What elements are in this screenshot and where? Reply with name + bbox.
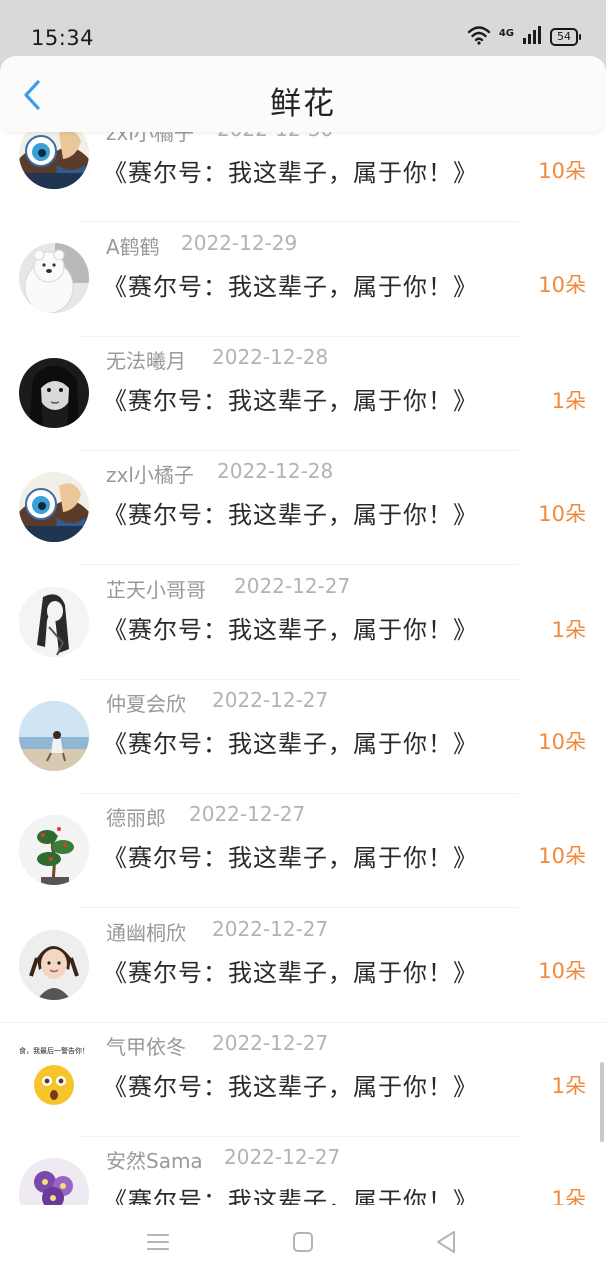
gift-title: 《赛尔号：我这辈子，属于你！》 (103, 387, 478, 415)
avatar[interactable] (19, 472, 89, 542)
back-nav-button[interactable] (432, 1227, 462, 1257)
avatar[interactable] (19, 587, 89, 657)
gift-title: 《赛尔号：我这辈子，属于你！》 (103, 1187, 478, 1205)
flower-count: 10朵 (538, 502, 586, 526)
gift-date: 2022-12-27 (212, 917, 329, 941)
list-item[interactable]: 通幽桐欣 2022-12-27 《赛尔号：我这辈子，属于你！》 10朵 (0, 895, 606, 1023)
username[interactable]: zxl小橘子 (106, 459, 194, 488)
triangle-back-icon[interactable] (432, 1227, 462, 1257)
gift-title: 《赛尔号：我这辈子，属于你！》 (103, 1073, 478, 1101)
gift-title: 《赛尔号：我这辈子，属于你！》 (103, 273, 478, 301)
list-item[interactable]: zxl小橘子 2022-12-28 《赛尔号：我这辈子，属于你！》 10朵 (0, 438, 606, 565)
avatar[interactable] (19, 243, 89, 313)
list-item[interactable]: 食，我最后一警告你！ 气甲依冬 2022-12-27 《赛尔号：我这辈子，属于你… (0, 1009, 606, 1137)
gift-date: 2022-12-28 (212, 345, 329, 369)
flower-count: 1朵 (551, 618, 586, 642)
menu-button[interactable] (143, 1227, 173, 1257)
gift-date: 2022-12-27 (189, 802, 306, 826)
dark-girl-avatar-icon (19, 358, 89, 428)
list-item[interactable]: 芷天小哥哥 2022-12-27 《赛尔号：我这辈子，属于你！》 1朵 (0, 552, 606, 680)
avatar[interactable] (19, 930, 89, 1000)
username[interactable]: 无法曦月 (106, 345, 186, 374)
home-button[interactable] (288, 1227, 318, 1257)
bear-avatar-icon (19, 243, 89, 313)
list-item[interactable]: 德丽郎 2022-12-27 《赛尔号：我这辈子，属于你！》 10朵 (0, 781, 606, 908)
flower-count: 1朵 (551, 389, 586, 413)
list-item[interactable]: zxl小橘子 2022-12-30 《赛尔号：我这辈子，属于你！》 10朵 (0, 125, 606, 222)
wifi-icon (467, 25, 491, 49)
list-item[interactable]: A鹤鹤 2022-12-29 《赛尔号：我这辈子，属于你！》 10朵 (0, 209, 606, 337)
list-item[interactable]: 无法曦月 2022-12-28 《赛尔号：我这辈子，属于你！》 1朵 (0, 323, 606, 451)
list-item[interactable]: 仲夏会欣 2022-12-27 《赛尔号：我这辈子，属于你！》 10朵 (0, 666, 606, 794)
anime-avatar-icon (19, 472, 89, 542)
gift-title: 《赛尔号：我这辈子，属于你！》 (103, 959, 478, 987)
username[interactable]: A鹤鹤 (106, 231, 160, 260)
avatar[interactable]: 食，我最后一警告你！ (19, 1043, 89, 1113)
gift-date: 2022-12-29 (181, 231, 298, 255)
gift-date: 2022-12-27 (212, 1031, 329, 1055)
scrollbar[interactable] (600, 1062, 604, 1142)
svg-text:食，我最后一警告你！: 食，我最后一警告你！ (19, 1046, 89, 1055)
system-nav-bar (0, 1205, 606, 1280)
status-icons: 4G 54 (467, 25, 581, 49)
status-time: 15:34 (31, 26, 95, 50)
flower-count: 10朵 (538, 959, 586, 983)
flower-count: 10朵 (538, 273, 586, 297)
gift-date: 2022-12-27 (224, 1145, 341, 1169)
menu-icon[interactable] (143, 1227, 173, 1257)
gift-title: 《赛尔号：我这辈子，属于你！》 (103, 616, 478, 644)
gift-date: 2022-12-28 (217, 459, 334, 483)
anime-avatar-icon (19, 125, 89, 189)
square-home-icon[interactable] (288, 1227, 318, 1257)
sketch-avatar-icon (19, 587, 89, 657)
flower-count: 10朵 (538, 844, 586, 868)
girl-avatar-icon (19, 930, 89, 1000)
avatar[interactable] (19, 815, 89, 885)
header-bar: 鲜花 (0, 56, 606, 132)
bonsai-avatar-icon (19, 815, 89, 885)
username[interactable]: 德丽郎 (106, 802, 166, 831)
flower-count: 1朵 (551, 1074, 586, 1098)
flower-count: 1朵 (551, 1187, 586, 1205)
battery-icon: 54 (550, 28, 581, 46)
username[interactable]: 安然Sama (106, 1145, 203, 1174)
flower-count: 10朵 (538, 730, 586, 754)
avatar[interactable] (19, 125, 89, 189)
avatar[interactable] (19, 701, 89, 771)
gift-title: 《赛尔号：我这辈子，属于你！》 (103, 730, 478, 758)
username[interactable]: 仲夏会欣 (106, 688, 186, 717)
surprised-emoji-icon: 食，我最后一警告你！ (19, 1043, 89, 1113)
flower-avatar-icon (19, 1158, 89, 1205)
page-title: 鲜花 (270, 86, 336, 122)
gift-date: 2022-12-27 (212, 688, 329, 712)
avatar[interactable] (19, 358, 89, 428)
username[interactable]: 通幽桐欣 (106, 917, 186, 946)
flower-count: 10朵 (538, 159, 586, 183)
gift-title: 《赛尔号：我这辈子，属于你！》 (103, 844, 478, 872)
username[interactable]: 气甲依冬 (106, 1031, 186, 1060)
list-item[interactable]: 安然Sama 2022-12-27 《赛尔号：我这辈子，属于你！》 1朵 (0, 1124, 606, 1205)
gift-title: 《赛尔号：我这辈子，属于你！》 (103, 501, 478, 529)
avatar[interactable] (19, 1158, 89, 1205)
gift-date: 2022-12-27 (234, 574, 351, 598)
gift-title: 《赛尔号：我这辈子，属于你！》 (103, 159, 478, 187)
signal-icon (522, 26, 542, 48)
beach-avatar-icon (19, 701, 89, 771)
flower-gift-list[interactable]: zxl小橘子 2022-12-30 《赛尔号：我这辈子，属于你！》 10朵 A鹤… (0, 125, 606, 1205)
network-type: 4G (498, 27, 514, 39)
username[interactable]: 芷天小哥哥 (106, 574, 206, 603)
